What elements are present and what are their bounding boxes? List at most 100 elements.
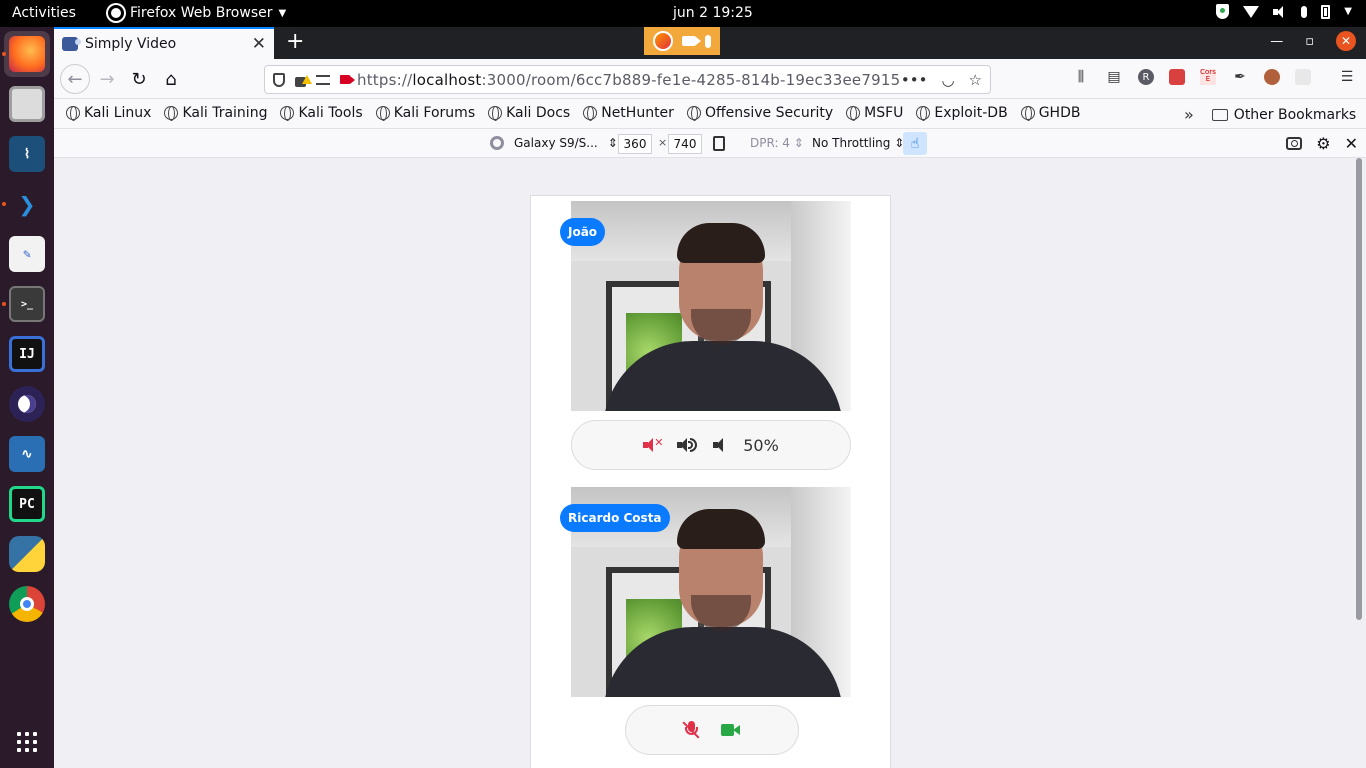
volume-down-icon[interactable] <box>713 438 727 452</box>
pycharm-icon[interactable]: PC <box>9 486 45 522</box>
screenshot-icon[interactable] <box>1286 137 1303 150</box>
wifi-icon <box>1243 5 1260 18</box>
tab-bar: Simply Video ✕ + — ▫ ✕ <box>54 27 1366 59</box>
reader-view-icon[interactable]: ▤ <box>1105 68 1123 86</box>
bookmark-item[interactable]: Kali Tools <box>280 105 363 121</box>
rotate-icon[interactable] <box>713 136 725 151</box>
chrome-icon[interactable] <box>9 586 45 622</box>
permissions-icon[interactable] <box>316 74 330 85</box>
tab-title: Simply Video <box>85 36 177 52</box>
profile-avatar[interactable]: R <box>1138 69 1154 85</box>
extension-icon[interactable] <box>1295 69 1311 85</box>
bookmark-item[interactable]: Kali Linux <box>66 105 151 121</box>
viewport-height-input[interactable]: 740 <box>668 134 702 154</box>
globe-icon <box>583 106 598 121</box>
app-menu[interactable]: Firefox Web Browser ▼ <box>108 5 286 21</box>
shield-icon[interactable] <box>1216 4 1230 19</box>
show-applications-icon[interactable] <box>17 732 37 752</box>
video-person <box>677 509 765 549</box>
bookmarks-toolbar: Kali Linux Kali Training Kali Tools Kali… <box>54 99 1366 129</box>
sharing-indicator[interactable] <box>644 27 720 55</box>
forward-button[interactable]: → <box>94 66 120 92</box>
participant-name-badge: João <box>560 218 606 246</box>
bookmark-item[interactable]: Kali Training <box>164 105 267 121</box>
intellij-icon[interactable]: IJ <box>9 336 45 372</box>
app-name: Firefox Web Browser <box>130 5 273 21</box>
maximize-button[interactable]: ▫ <box>1305 34 1314 49</box>
viewport-width-input[interactable]: 360 <box>618 134 652 154</box>
camera-permission-icon[interactable] <box>340 75 355 84</box>
chevron-right-icon[interactable]: » <box>1184 105 1194 124</box>
cors-extension-icon[interactable]: Cors E <box>1200 69 1216 85</box>
pocket-icon[interactable]: ◡ <box>941 71 954 89</box>
device-selector[interactable]: Galaxy S9/S... ⇕ <box>490 136 618 150</box>
system-tray[interactable]: ▼ <box>1216 4 1352 19</box>
back-button[interactable]: ← <box>60 64 90 94</box>
files-icon[interactable] <box>9 86 45 122</box>
video-person <box>677 223 765 263</box>
minimize-button[interactable]: — <box>1270 34 1283 49</box>
bookmark-item[interactable]: Kali Docs <box>488 105 570 121</box>
eyedropper-icon[interactable]: ✒ <box>1231 68 1249 86</box>
terminal-icon[interactable]: >_ <box>9 286 45 322</box>
throttling-selector[interactable]: No Throttling ⇕ <box>812 136 904 150</box>
reload-button[interactable]: ↻ <box>126 66 152 92</box>
url-text[interactable]: https://localhost:3000/room/6cc7b889-fe1… <box>357 71 901 89</box>
eclipse-icon[interactable] <box>9 386 45 422</box>
activities-button[interactable]: Activities <box>12 5 76 21</box>
page-actions-icon[interactable]: ••• <box>901 71 928 89</box>
dimension-separator: × <box>658 136 668 149</box>
bookmark-item[interactable]: GHDB <box>1020 105 1080 121</box>
home-button[interactable]: ⌂ <box>158 66 184 92</box>
touch-simulation-icon[interactable]: ☝ <box>903 132 927 155</box>
bookmark-star-icon[interactable]: ☆ <box>969 71 982 89</box>
microphone-icon <box>1301 5 1308 18</box>
close-rdm-icon[interactable]: ✕ <box>1345 134 1358 153</box>
chevron-down-icon: ▼ <box>278 7 287 19</box>
menu-icon[interactable]: ☰ <box>1338 68 1356 86</box>
insecure-lock-icon[interactable] <box>295 74 312 87</box>
globe-icon <box>280 106 295 121</box>
volume-up-icon[interactable] <box>677 438 698 452</box>
bookmark-item[interactable]: Exploit-DB <box>916 105 1008 121</box>
firefox-icon[interactable] <box>9 36 45 72</box>
bookmark-item[interactable]: MSFU <box>846 105 903 121</box>
camera-icon <box>681 36 701 46</box>
close-window-button[interactable]: ✕ <box>1336 31 1356 51</box>
extension-icon[interactable] <box>1169 69 1185 85</box>
bookmark-item[interactable]: Kali Forums <box>375 105 475 121</box>
bookmark-item[interactable]: Offensive Security <box>686 105 833 121</box>
firefox-icon <box>652 31 673 51</box>
camera-on-icon[interactable] <box>721 724 741 736</box>
cookie-icon[interactable] <box>1264 69 1280 85</box>
clock[interactable]: jun 2 19:25 <box>673 5 753 21</box>
participant-video <box>571 201 851 411</box>
globe-icon <box>846 106 861 121</box>
bookmark-item[interactable]: NetHunter <box>583 105 674 121</box>
chevron-down-icon: ▼ <box>1344 6 1352 17</box>
vscode-icon[interactable]: ❯ <box>9 186 45 222</box>
python-icon[interactable] <box>9 536 45 572</box>
mysql-workbench-icon[interactable]: ⌇ <box>9 136 45 172</box>
library-icon[interactable]: ⫼ <box>1072 68 1090 86</box>
chevron-updown-icon: ⇕ <box>607 136 618 150</box>
running-indicator <box>2 302 6 306</box>
globe-icon <box>164 106 179 121</box>
window-controls: — ▫ ✕ <box>1270 31 1356 51</box>
scrollbar[interactable] <box>1356 158 1362 620</box>
close-tab-icon[interactable]: ✕ <box>252 34 266 54</box>
globe-icon <box>375 106 390 121</box>
mute-speaker-icon[interactable]: ✕ <box>643 436 663 452</box>
text-editor-icon[interactable]: ✎ <box>9 236 45 272</box>
globe-icon <box>1020 106 1035 121</box>
other-bookmarks[interactable]: Other Bookmarks <box>1234 107 1356 123</box>
new-tab-button[interactable]: + <box>286 29 304 54</box>
microphone-off-icon[interactable] <box>682 721 700 739</box>
dpr-selector[interactable]: DPR: 4 ⇕ <box>750 136 804 150</box>
tracking-protection-icon[interactable] <box>273 72 285 87</box>
url-bar[interactable]: https://localhost:3000/room/6cc7b889-fe1… <box>264 65 991 94</box>
tab-simply-video[interactable]: Simply Video ✕ <box>54 27 274 59</box>
microphone-icon <box>705 34 712 48</box>
system-monitor-icon[interactable]: ∿ <box>9 436 45 472</box>
settings-gear-icon[interactable]: ⚙ <box>1316 134 1330 153</box>
